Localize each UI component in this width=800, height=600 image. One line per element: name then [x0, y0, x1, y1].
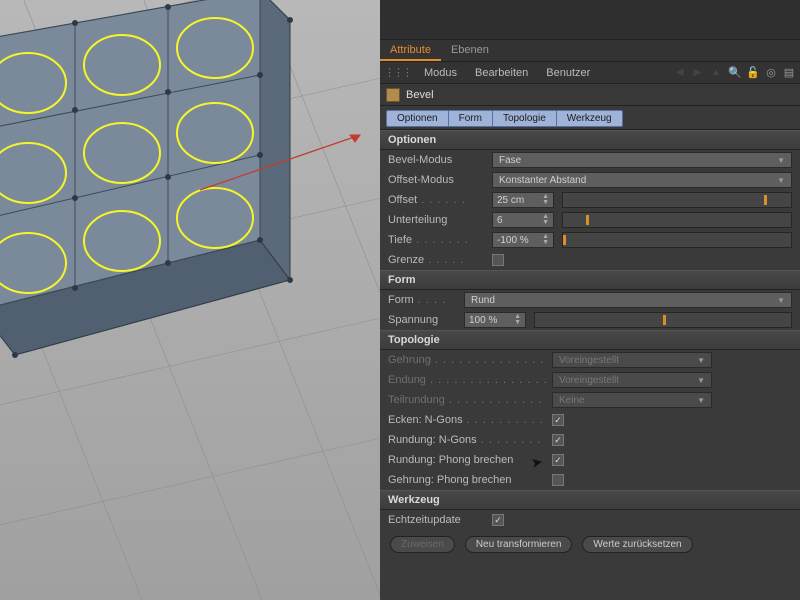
button-werte-zuruecksetzen[interactable]: Werte zurücksetzen	[582, 536, 692, 553]
input-spannung[interactable]: 100 %▲▼	[464, 312, 526, 328]
chevron-down-icon: ▼	[697, 356, 705, 365]
nav-up-icon[interactable]: ▲	[708, 67, 724, 78]
label-ecken-ngons: Ecken: N-Gons . . . . . . . . . .	[388, 414, 548, 426]
slider-unterteilung[interactable]	[562, 212, 792, 228]
target-icon[interactable]: ◎	[764, 66, 778, 79]
chevron-down-icon: ▼	[777, 296, 785, 305]
label-gehrung: Gehrung . . . . . . . . . . . . . .	[388, 354, 548, 366]
label-unterteilung: Unterteilung	[388, 214, 488, 226]
label-teilrundung: Teilrundung . . . . . . . . . . . .	[388, 394, 548, 406]
label-rundung-ngons: Rundung: N-Gons . . . . . . . .	[388, 434, 548, 446]
input-offset[interactable]: 25 cm▲▼	[492, 192, 554, 208]
attribute-menubar: ⋮⋮⋮ Modus Bearbeiten Benutzer ◀ ▶ ▲ 🔍 🔓 …	[380, 62, 800, 84]
menu-modus[interactable]: Modus	[417, 64, 464, 82]
spinner-icon[interactable]: ▲▼	[542, 194, 549, 206]
checkbox-echtzeit[interactable]	[492, 514, 504, 526]
label-bevel-modus: Bevel-Modus	[388, 154, 488, 166]
label-form: Form . . . .	[388, 294, 460, 306]
checkbox-rundung-ngons[interactable]	[552, 434, 564, 446]
section-form: Form	[380, 270, 800, 290]
nav-back-icon[interactable]: ◀	[673, 67, 687, 78]
label-gehrung-phong: Gehrung: Phong brechen	[388, 474, 548, 486]
slider-tiefe[interactable]	[562, 232, 792, 248]
input-unterteilung[interactable]: 6▲▼	[492, 212, 554, 228]
lock-icon[interactable]: 🔓	[746, 66, 760, 79]
attribute-panel: Attribute Ebenen ⋮⋮⋮ Modus Bearbeiten Be…	[380, 0, 800, 600]
panel-tabs: Attribute Ebenen	[380, 40, 800, 62]
dropdown-gehrung: Voreingestellt▼	[552, 352, 712, 368]
checkbox-ecken-ngons[interactable]	[552, 414, 564, 426]
menu-bearbeiten[interactable]: Bearbeiten	[468, 64, 535, 82]
panel-topbar	[380, 0, 800, 40]
dropdown-form[interactable]: Rund▼	[464, 292, 792, 308]
chevron-down-icon: ▼	[697, 376, 705, 385]
section-topologie: Topologie	[380, 330, 800, 350]
dropdown-teilrundung: Keine▼	[552, 392, 712, 408]
input-tiefe[interactable]: -100 %▲▼	[492, 232, 554, 248]
tab-form[interactable]: Form	[449, 110, 493, 127]
spinner-icon[interactable]: ▲▼	[542, 214, 549, 226]
dropdown-bevel-modus[interactable]: Fase▼	[492, 152, 792, 168]
label-rundung-phong: Rundung: Phong brechen	[388, 454, 548, 466]
viewport-3d[interactable]	[0, 0, 380, 600]
label-endung: Endung . . . . . . . . . . . . . . .	[388, 374, 548, 386]
tab-ebenen[interactable]: Ebenen	[441, 40, 499, 61]
label-tiefe: Tiefe . . . . . . .	[388, 234, 488, 246]
label-offset-modus: Offset-Modus	[388, 174, 488, 186]
menu-benutzer[interactable]: Benutzer	[539, 64, 597, 82]
button-neu-transformieren[interactable]: Neu transformieren	[465, 536, 573, 553]
tab-werkzeug[interactable]: Werkzeug	[557, 110, 623, 127]
tool-header: Bevel	[380, 84, 800, 106]
checkbox-grenze[interactable]	[492, 254, 504, 266]
nav-fwd-icon[interactable]: ▶	[690, 67, 704, 78]
cube-mesh	[0, 0, 293, 358]
checkbox-gehrung-phong[interactable]	[552, 474, 564, 486]
slider-offset[interactable]	[562, 192, 792, 208]
chevron-down-icon: ▼	[697, 396, 705, 405]
label-grenze: Grenze . . . . .	[388, 254, 488, 266]
viewport-geometry	[0, 0, 380, 600]
search-icon[interactable]: 🔍	[728, 66, 742, 79]
checkbox-rundung-phong[interactable]	[552, 454, 564, 466]
tab-optionen[interactable]: Optionen	[386, 110, 449, 127]
tab-attribute[interactable]: Attribute	[380, 40, 441, 61]
spinner-icon[interactable]: ▲▼	[514, 314, 521, 326]
dropdown-offset-modus[interactable]: Konstanter Abstand▼	[492, 172, 792, 188]
chevron-down-icon: ▼	[777, 176, 785, 185]
tool-name: Bevel	[406, 89, 434, 101]
section-optionen: Optionen	[380, 130, 800, 150]
section-werkzeug: Werkzeug	[380, 490, 800, 510]
label-offset: Offset . . . . . .	[388, 194, 488, 206]
dropdown-endung: Voreingestellt▼	[552, 372, 712, 388]
bevel-tool-icon	[386, 88, 400, 102]
tab-topologie[interactable]: Topologie	[493, 110, 557, 127]
spinner-icon[interactable]: ▲▼	[542, 234, 549, 246]
grip-icon: ⋮⋮⋮	[384, 66, 413, 79]
slider-spannung[interactable]	[534, 312, 792, 328]
chevron-down-icon: ▼	[777, 156, 785, 165]
label-echtzeit: Echtzeitupdate	[388, 514, 488, 526]
menu-icon[interactable]: ▤	[782, 66, 796, 79]
button-zuweisen: Zuweisen	[390, 536, 455, 553]
section-tabstrip: Optionen Form Topologie Werkzeug	[380, 106, 800, 130]
label-spannung: Spannung	[388, 314, 460, 326]
